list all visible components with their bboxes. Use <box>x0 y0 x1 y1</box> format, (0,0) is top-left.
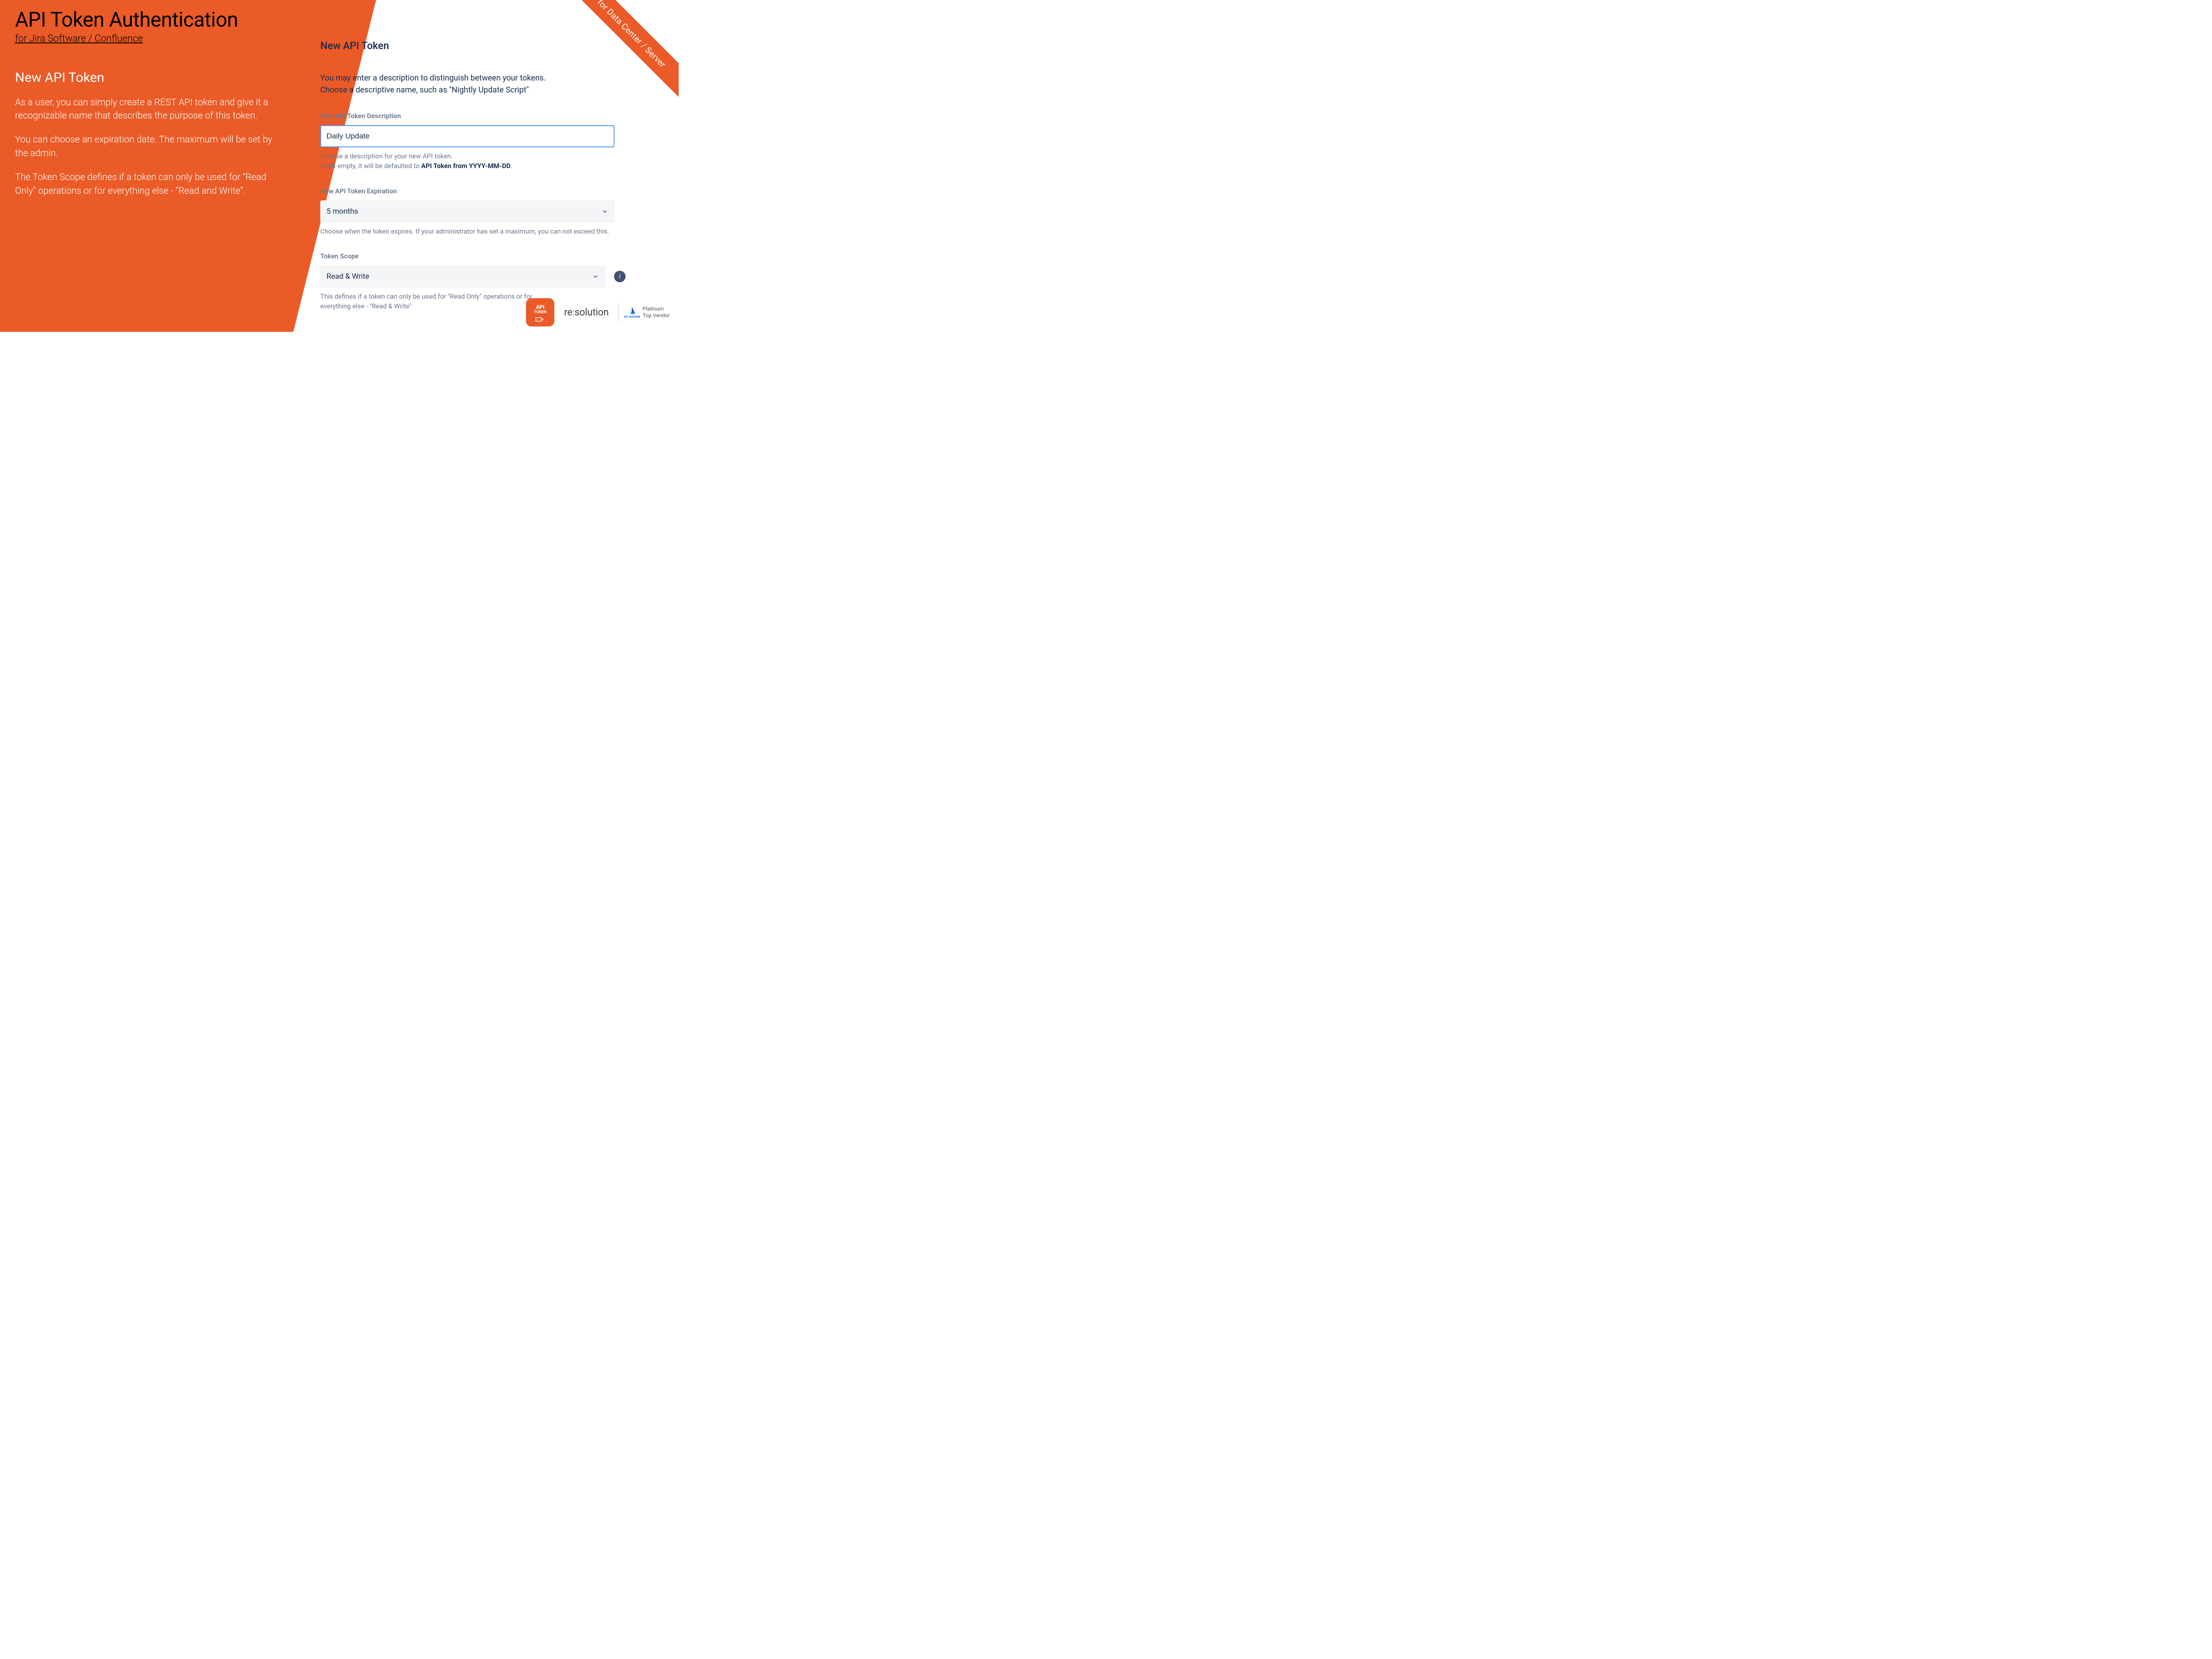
atlassian-logo: ATLASSIAN <box>626 306 638 319</box>
vendor-line-1: Platinum <box>643 306 670 312</box>
scope-help: This defines if a token can only be used… <box>320 292 541 311</box>
atlassian-icon <box>627 306 637 315</box>
resolution-logo: re:solution <box>564 307 609 318</box>
footer-logos: API TOKEN re:solution ATLASSIAN Platinum… <box>526 298 670 326</box>
description-label: New API Token Description <box>320 112 626 120</box>
api-token-logo-line-2: TOKEN <box>534 311 547 315</box>
description-help-line-2-pre: If left empty, it will be defaulted to <box>320 162 421 170</box>
platinum-top-vendor-badge: ATLASSIAN Platinum Top Vendor <box>618 303 670 322</box>
resolution-pre: re <box>564 307 572 318</box>
scope-value: Read & Write <box>326 272 369 281</box>
expiration-value: 5 months <box>326 207 358 216</box>
expiration-label: New API Token Expiration <box>320 187 626 195</box>
resolution-post: solution <box>575 307 609 318</box>
left-paragraph-3: The Token Scope defines if a token can o… <box>15 171 280 198</box>
page-title: API Token Authentication <box>15 9 280 31</box>
tag-icon <box>535 316 545 323</box>
form-title: New API Token <box>320 40 626 52</box>
left-heading: New API Token <box>15 70 280 85</box>
chevron-down-icon <box>601 208 608 215</box>
vendor-text: Platinum Top Vendor <box>643 306 670 319</box>
form-intro-line-2: Choose a descriptive name, such as "Nigh… <box>320 85 529 95</box>
info-icon[interactable]: i <box>614 271 626 282</box>
chevron-down-icon <box>592 273 599 280</box>
marketing-left-panel: API Token Authentication for Jira Softwa… <box>15 9 280 198</box>
api-token-logo-line-1: API <box>536 304 544 310</box>
page-subtitle: for Jira Software / Confluence <box>15 33 143 44</box>
form-intro-line-1: You may enter a description to distingui… <box>320 73 546 83</box>
description-help-bold: API Token from YYYY-MM-DD <box>421 162 511 170</box>
expiration-select[interactable]: 5 months <box>320 200 614 223</box>
atlassian-label: ATLASSIAN <box>624 315 640 319</box>
description-help-post: . <box>511 162 512 170</box>
left-paragraph-1: As a user, you can simply create a REST … <box>15 96 280 123</box>
scope-select[interactable]: Read & Write <box>320 265 605 288</box>
description-help: Choose a description for your new API to… <box>320 152 626 171</box>
left-paragraph-2: You can choose an expiration date. The m… <box>15 133 280 160</box>
vendor-line-2: Top Vendor <box>643 312 670 319</box>
description-help-line-1: Choose a description for your new API to… <box>320 152 453 160</box>
description-input[interactable] <box>320 125 614 147</box>
new-api-token-form: New API Token You may enter a descriptio… <box>320 40 626 311</box>
api-token-logo: API TOKEN <box>526 298 554 326</box>
scope-label: Token Scope <box>320 252 626 260</box>
expiration-help: Choose when the token expires. If your a… <box>320 227 614 237</box>
form-intro: You may enter a description to distingui… <box>320 72 626 96</box>
